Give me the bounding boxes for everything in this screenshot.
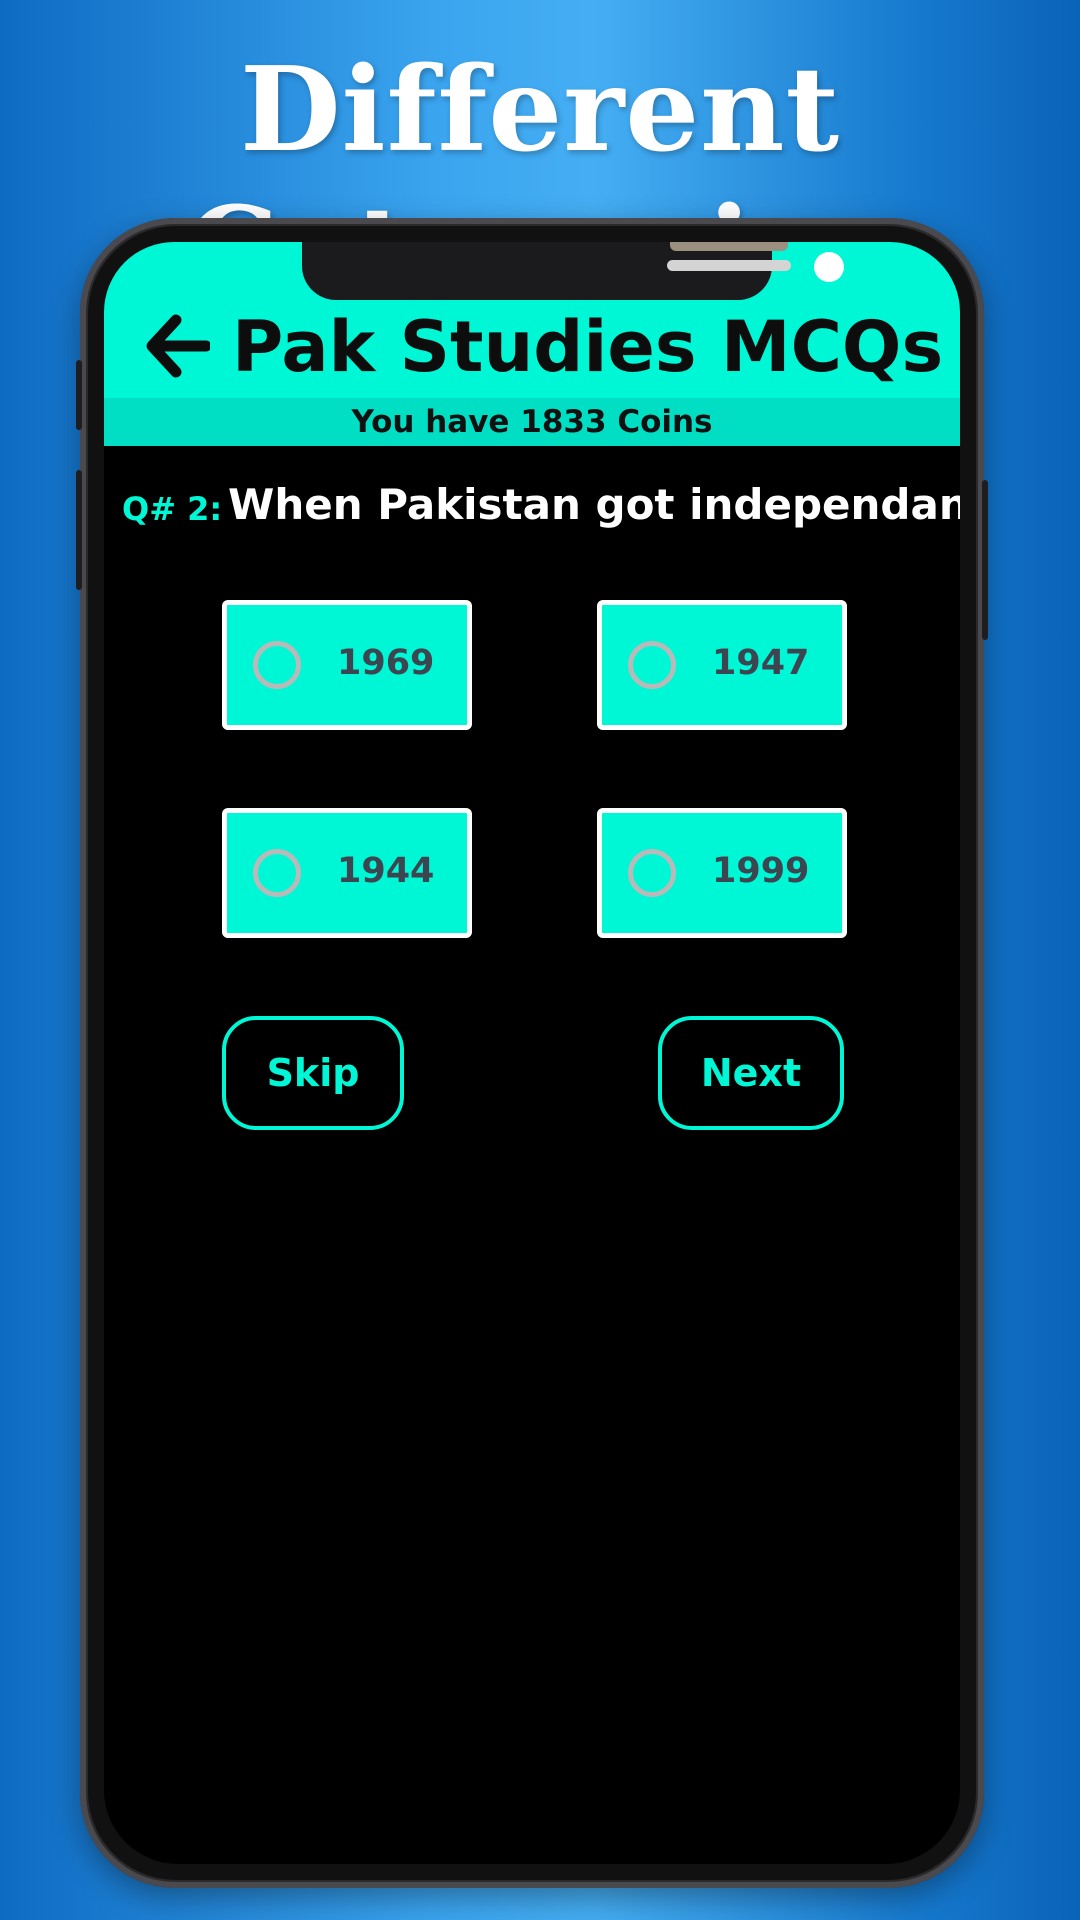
front-camera-icon [814, 252, 844, 282]
phone-screen: Pak Studies MCQs You have 1833 Coins Q# … [104, 242, 960, 1864]
page-title: Pak Studies MCQs [232, 306, 944, 388]
radio-button-icon[interactable] [253, 849, 301, 897]
phone-side-button [982, 480, 988, 640]
phone-side-button [76, 360, 82, 430]
coins-balance: You have 1833 Coins [104, 398, 960, 446]
earpiece-grille [670, 242, 788, 251]
answer-option-label: 1947 [712, 643, 810, 683]
answer-option[interactable]: 1999 [597, 808, 847, 938]
answer-option[interactable]: 1969 [222, 600, 472, 730]
arrow-left-icon[interactable] [146, 314, 210, 378]
answer-option-label: 1999 [712, 851, 810, 891]
question-number: Q# 2: [122, 490, 223, 528]
radio-button-icon[interactable] [628, 849, 676, 897]
radio-button-icon[interactable] [628, 641, 676, 689]
phone-side-button [76, 470, 82, 590]
next-button[interactable]: Next [658, 1016, 844, 1130]
phone-notch [302, 242, 844, 300]
radio-button-icon[interactable] [253, 641, 301, 689]
answer-option[interactable]: 1947 [597, 600, 847, 730]
skip-button[interactable]: Skip [222, 1016, 404, 1130]
answer-option-label: 1944 [337, 851, 435, 891]
app-header: Pak Studies MCQs [104, 242, 960, 398]
speaker-icon [667, 260, 791, 271]
answer-option[interactable]: 1944 [222, 808, 472, 938]
question-text: When Pakistan got independance? [228, 480, 960, 529]
answer-option-label: 1969 [337, 643, 435, 683]
